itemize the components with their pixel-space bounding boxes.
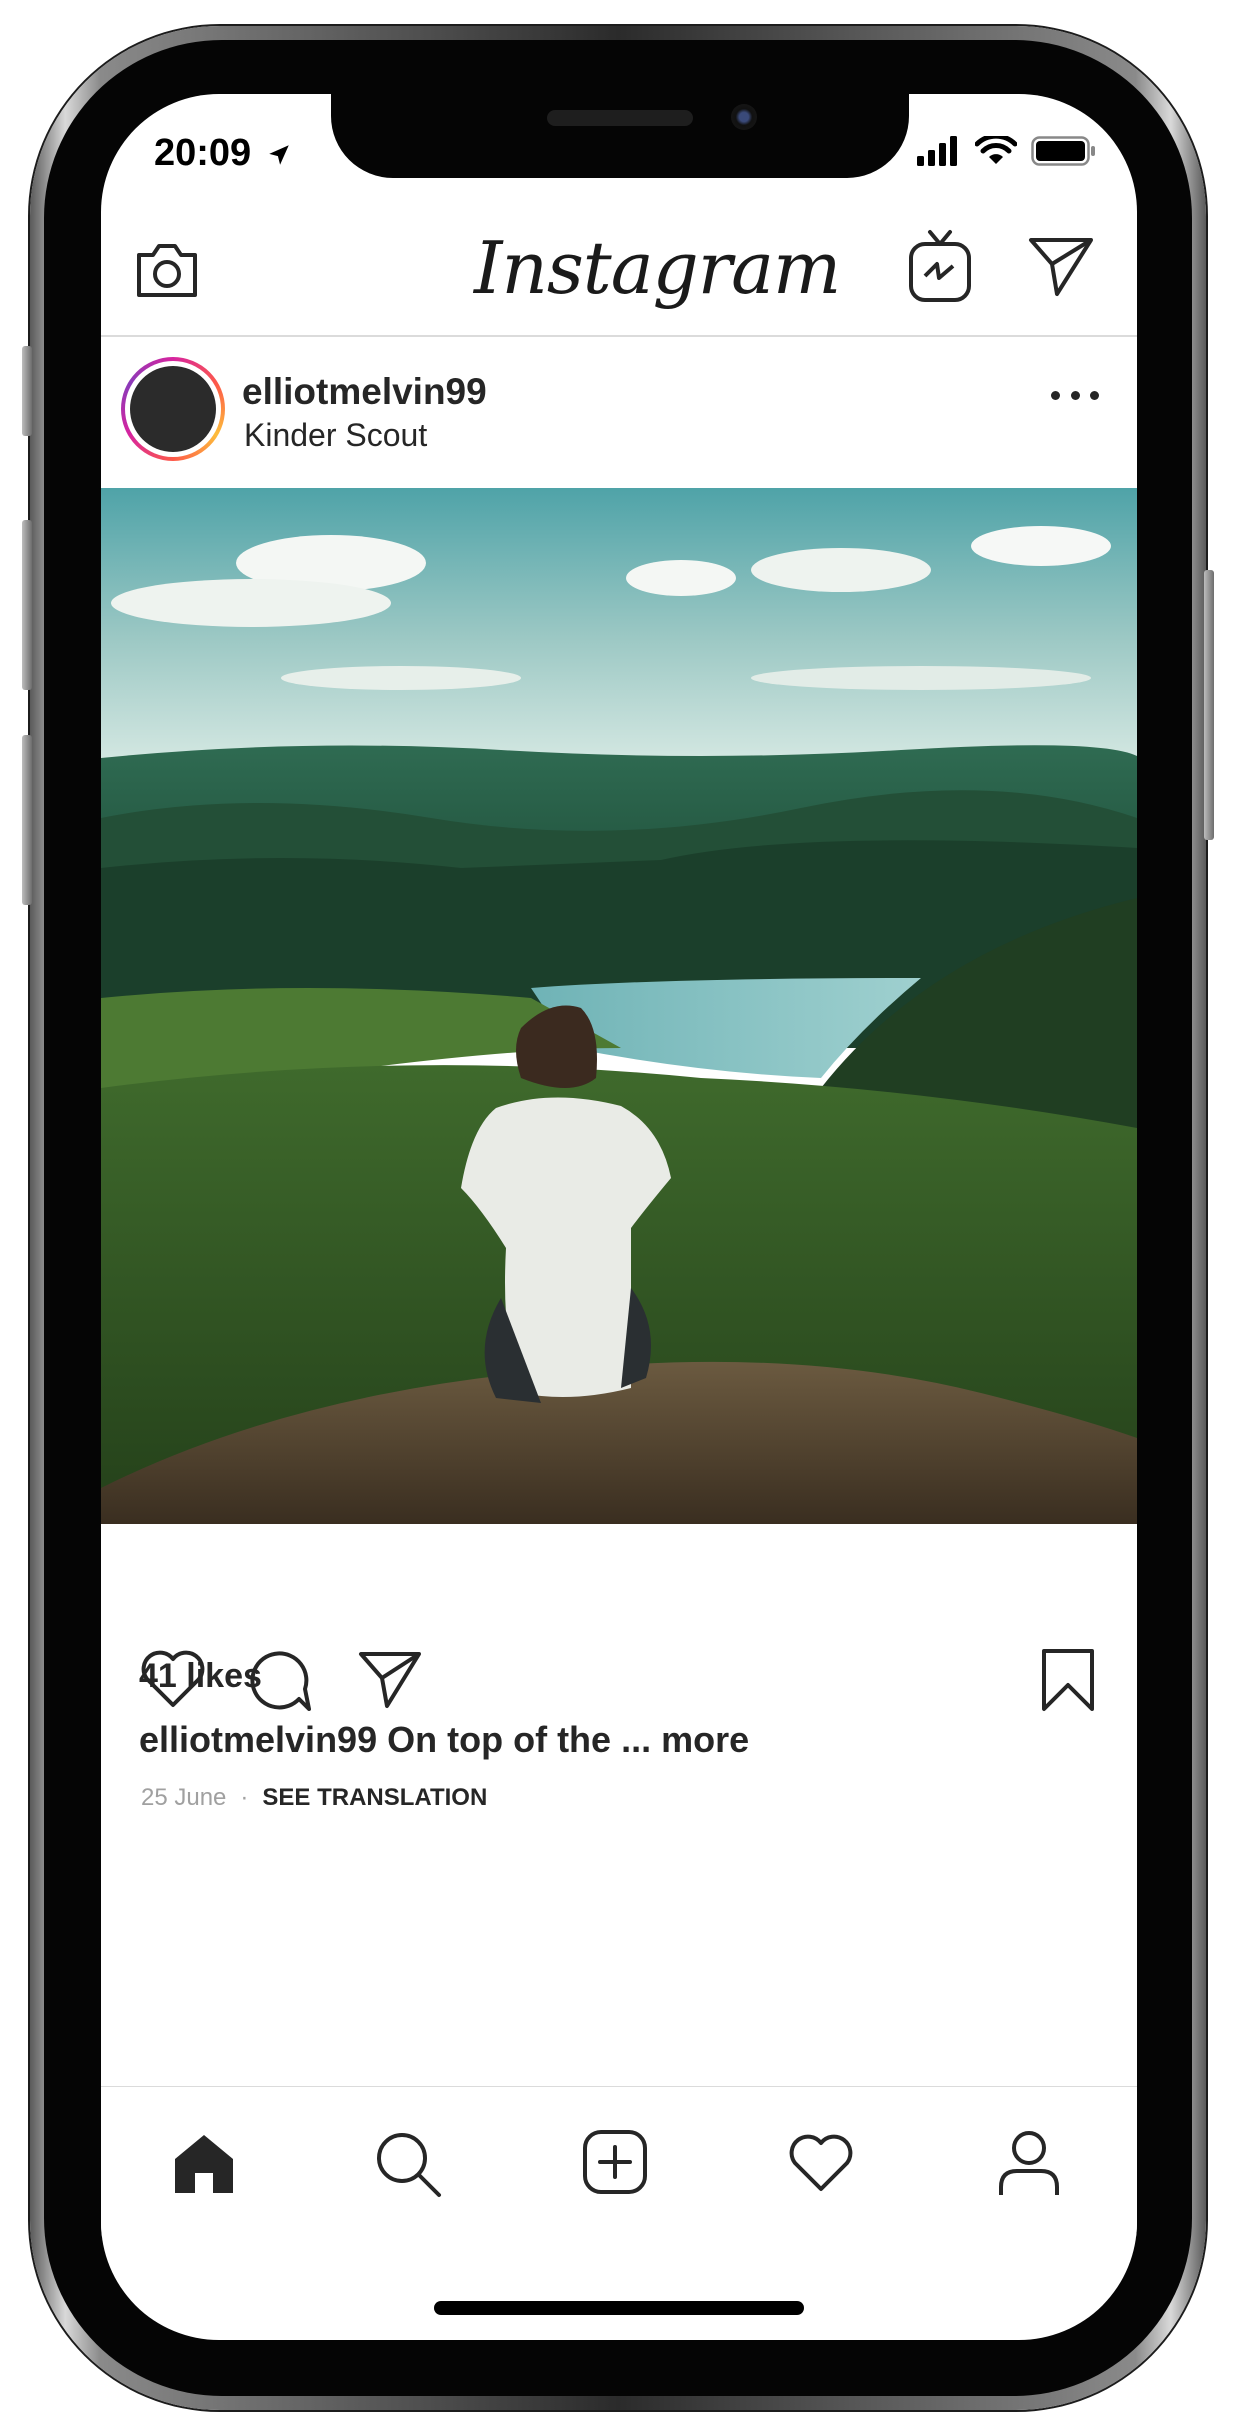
location-arrow-icon: [269, 145, 289, 165]
post-image[interactable]: [101, 488, 1137, 1524]
post-meta: 25 June · SEE TRANSLATION: [141, 1784, 487, 1812]
front-camera: [731, 104, 757, 130]
home-indicator[interactable]: [434, 2301, 804, 2315]
screen: 20:09 Instagram elliotmelvin99 Kinder Sc…: [101, 94, 1137, 2340]
caption-username[interactable]: elliotmelvin99: [139, 1719, 377, 1760]
caption-text: On top of the ...: [387, 1719, 652, 1760]
likes-count[interactable]: 41 likes: [139, 1657, 262, 1696]
volume-up-button: [22, 520, 32, 690]
wifi-icon: [975, 136, 1017, 164]
tab-bar: [101, 2087, 1137, 2237]
signal-icon: [917, 136, 957, 166]
header-divider: [101, 335, 1137, 337]
instagram-logo: Instagram: [474, 226, 841, 310]
post-date: 25 June: [141, 1784, 227, 1811]
avatar[interactable]: [121, 357, 225, 461]
power-button: [1204, 570, 1214, 840]
igtv-icon[interactable]: [907, 228, 973, 304]
share-icon[interactable]: [357, 1650, 423, 1710]
caption-more-link[interactable]: more: [661, 1719, 749, 1760]
home-icon[interactable]: [171, 2131, 237, 2197]
bookmark-icon[interactable]: [1038, 1647, 1098, 1713]
see-translation-link[interactable]: SEE TRANSLATION: [262, 1784, 487, 1812]
post-username[interactable]: elliotmelvin99: [242, 371, 487, 413]
meta-separator: ·: [240, 1784, 249, 1811]
activity-heart-icon[interactable]: [787, 2133, 855, 2193]
notch: [331, 94, 909, 178]
battery-icon: [1031, 136, 1095, 166]
profile-icon[interactable]: [997, 2129, 1061, 2197]
volume-down-button: [22, 735, 32, 905]
search-icon[interactable]: [373, 2129, 443, 2199]
post-caption[interactable]: elliotmelvin99 On top of the ... more: [139, 1719, 749, 1761]
status-indicators: [917, 136, 1097, 166]
post-location[interactable]: Kinder Scout: [244, 417, 427, 454]
more-options-icon[interactable]: [1051, 391, 1099, 405]
status-time: 20:09: [154, 132, 292, 175]
direct-message-icon[interactable]: [1027, 234, 1095, 298]
add-post-icon[interactable]: [582, 2129, 648, 2195]
camera-icon[interactable]: [133, 239, 201, 299]
earpiece-speaker: [547, 110, 693, 126]
mute-switch: [22, 346, 32, 436]
